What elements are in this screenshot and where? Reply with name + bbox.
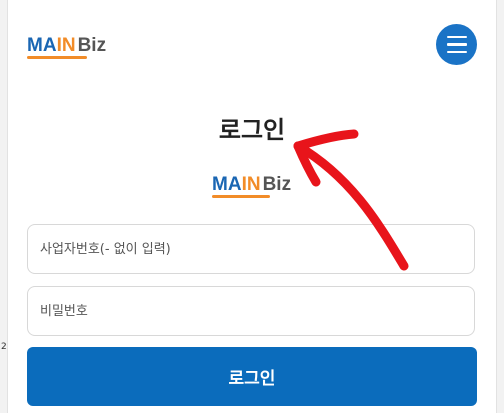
page-title: 로그인 xyxy=(218,116,286,144)
logo-in-text: IN xyxy=(56,35,76,56)
password-input[interactable] xyxy=(27,286,475,336)
logo-main-text: MA xyxy=(212,174,242,195)
business-number-input[interactable] xyxy=(27,224,475,274)
header-logo[interactable]: MA IN Biz xyxy=(27,35,107,59)
logo-in-text: IN xyxy=(241,174,261,195)
logo-swoosh xyxy=(212,195,270,198)
logo-biz-text: Biz xyxy=(262,174,292,195)
header: MA IN Biz xyxy=(8,0,496,88)
edge-artifact: 2 xyxy=(1,342,7,352)
hamburger-menu-button[interactable] xyxy=(436,24,477,65)
logo-biz-text: Biz xyxy=(77,35,107,56)
login-button[interactable]: 로그인 xyxy=(27,347,477,406)
hamburger-icon xyxy=(446,35,467,39)
logo-swoosh xyxy=(27,56,87,59)
center-logo: MA IN Biz xyxy=(212,174,292,198)
mobile-login-page: MAINBiz 로그인 MAINBiz 로그인 xyxy=(7,0,497,413)
logo-main-text: MA xyxy=(27,35,57,56)
